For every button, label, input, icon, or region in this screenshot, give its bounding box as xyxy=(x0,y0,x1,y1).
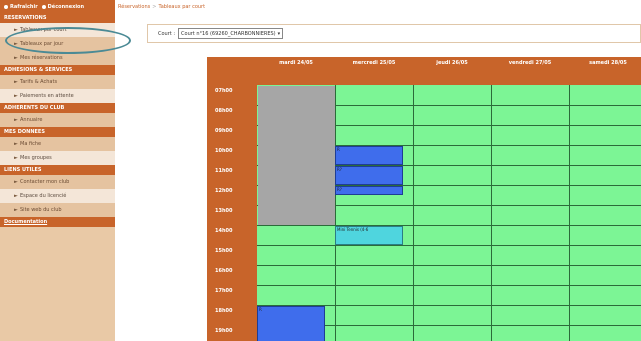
sidebar-item-annuaire[interactable]: ► Annuaire xyxy=(0,113,115,127)
logout-icon xyxy=(41,4,46,9)
time-label: 16h00 xyxy=(215,268,233,274)
sidebar-item-tarifs-achats[interactable]: ► Tarifs & Achats xyxy=(0,75,115,89)
day-header: mardi 24/05 xyxy=(279,60,313,66)
sidebar: Rafraîchir Déconnexion RESERVATIONS ► Tab… xyxy=(0,0,115,341)
section-header-reservations: RESERVATIONS xyxy=(0,13,115,23)
schedule-grid: mardi 24/05 mercredi 25/05 jeudi 26/05 v… xyxy=(207,57,641,341)
chevron-down-icon: ▾ xyxy=(277,30,281,37)
day-header: mercredi 25/05 xyxy=(352,60,396,66)
time-label: 19h00 xyxy=(215,328,233,334)
booking-block[interactable]: R? xyxy=(335,166,403,185)
sidebar-item-mes-groupes[interactable]: ► Mes groupes xyxy=(0,151,115,165)
arrow-right-icon: ► xyxy=(14,141,18,147)
grid-column-divider xyxy=(413,85,414,341)
logout-link[interactable]: Déconnexion xyxy=(41,4,84,10)
sidebar-item-ma-fiche[interactable]: ► Ma fiche xyxy=(0,137,115,151)
schedule-header: mardi 24/05 mercredi 25/05 jeudi 26/05 v… xyxy=(207,57,641,85)
time-label: 07h00 xyxy=(215,88,233,94)
day-header: samedi 28/05 xyxy=(589,60,627,66)
grid-row-divider xyxy=(257,265,641,266)
sidebar-item-paiements[interactable]: ► Paiements en attente xyxy=(0,89,115,103)
sidebar-item-contacter[interactable]: ► Contacter mon club xyxy=(0,175,115,189)
sidebar-item-tableaux-par-jour[interactable]: ► Tableaux par jour xyxy=(0,37,115,51)
section-header-mes-donnees: MES DONNEES xyxy=(0,127,115,137)
time-label: 11h00 xyxy=(215,168,233,174)
section-header-liens-utiles: LIENS UTILES xyxy=(0,165,115,175)
time-label: 17h00 xyxy=(215,288,233,294)
arrow-right-icon: ► xyxy=(14,193,18,199)
sidebar-item-site-web[interactable]: ► Site web du club xyxy=(0,203,115,217)
booking-block[interactable]: R xyxy=(257,306,325,341)
grid-row-divider xyxy=(257,225,641,226)
sidebar-item-tableaux-par-court[interactable]: ► Tableaux par court xyxy=(0,23,115,37)
refresh-icon xyxy=(4,4,8,9)
booking-block[interactable]: R xyxy=(335,146,403,165)
arrow-right-icon: ► xyxy=(14,79,18,85)
time-label: 13h00 xyxy=(215,208,233,214)
sidebar-item-espace-licencie[interactable]: ► Espace du licencié xyxy=(0,189,115,203)
court-select-value: Court n°16 (69260_CHARBONNIERES) xyxy=(181,30,276,37)
court-selector-panel: Court : Court n°16 (69260_CHARBONNIERES)… xyxy=(147,24,641,43)
sidebar-top-links: Rafraîchir Déconnexion xyxy=(0,0,115,13)
arrow-right-icon: ► xyxy=(14,41,18,47)
grid-column-divider xyxy=(569,85,570,341)
arrow-right-icon: ► xyxy=(14,27,18,33)
booking-block[interactable]: Mini Tennis (4-6 xyxy=(335,226,403,245)
time-label: 12h00 xyxy=(215,188,233,194)
court-label: Court : xyxy=(158,30,176,37)
time-label: 10h00 xyxy=(215,148,233,154)
sidebar-item-mes-reservations[interactable]: ► Mes réservations xyxy=(0,51,115,65)
breadcrumb: Réservations > Tableaux par court xyxy=(118,4,205,10)
grid-row-divider xyxy=(257,285,641,286)
arrow-right-icon: ► xyxy=(14,179,18,185)
blocked-slot[interactable] xyxy=(258,86,335,225)
time-label: 15h00 xyxy=(215,248,233,254)
booking-block[interactable]: R? xyxy=(335,186,403,195)
court-select[interactable]: Court n°16 (69260_CHARBONNIERES) ▾ xyxy=(178,28,284,39)
grid-column-divider xyxy=(491,85,492,341)
section-header-adherents: ADHERENTS DU CLUB xyxy=(0,103,115,113)
schedule-cells[interactable]: R R? R? Mini Tennis (4-6 R xyxy=(257,85,641,341)
time-column: 07h00 08h00 09h00 10h00 11h00 12h00 13h0… xyxy=(207,85,257,341)
grid-column-divider xyxy=(335,85,336,341)
arrow-right-icon: ► xyxy=(14,55,18,61)
breadcrumb-reservations[interactable]: Réservations xyxy=(118,4,150,10)
section-header-adhesions: ADHESIONS & SERVICES xyxy=(0,65,115,75)
breadcrumb-current: Tableaux par court xyxy=(158,4,206,10)
refresh-link[interactable]: Rafraîchir xyxy=(4,4,38,10)
documentation-link[interactable]: Documentation xyxy=(0,217,115,227)
time-label: 18h00 xyxy=(215,308,233,314)
breadcrumb-separator: > xyxy=(152,4,157,10)
grid-row-divider xyxy=(257,245,641,246)
arrow-right-icon: ► xyxy=(14,117,18,123)
day-header: jeudi 26/05 xyxy=(436,60,468,66)
time-label: 09h00 xyxy=(215,128,233,134)
arrow-right-icon: ► xyxy=(14,155,18,161)
arrow-right-icon: ► xyxy=(14,93,18,99)
day-header: vendredi 27/05 xyxy=(508,60,552,66)
time-label: 08h00 xyxy=(215,108,233,114)
arrow-right-icon: ► xyxy=(14,207,18,213)
time-label: 14h00 xyxy=(215,228,233,234)
